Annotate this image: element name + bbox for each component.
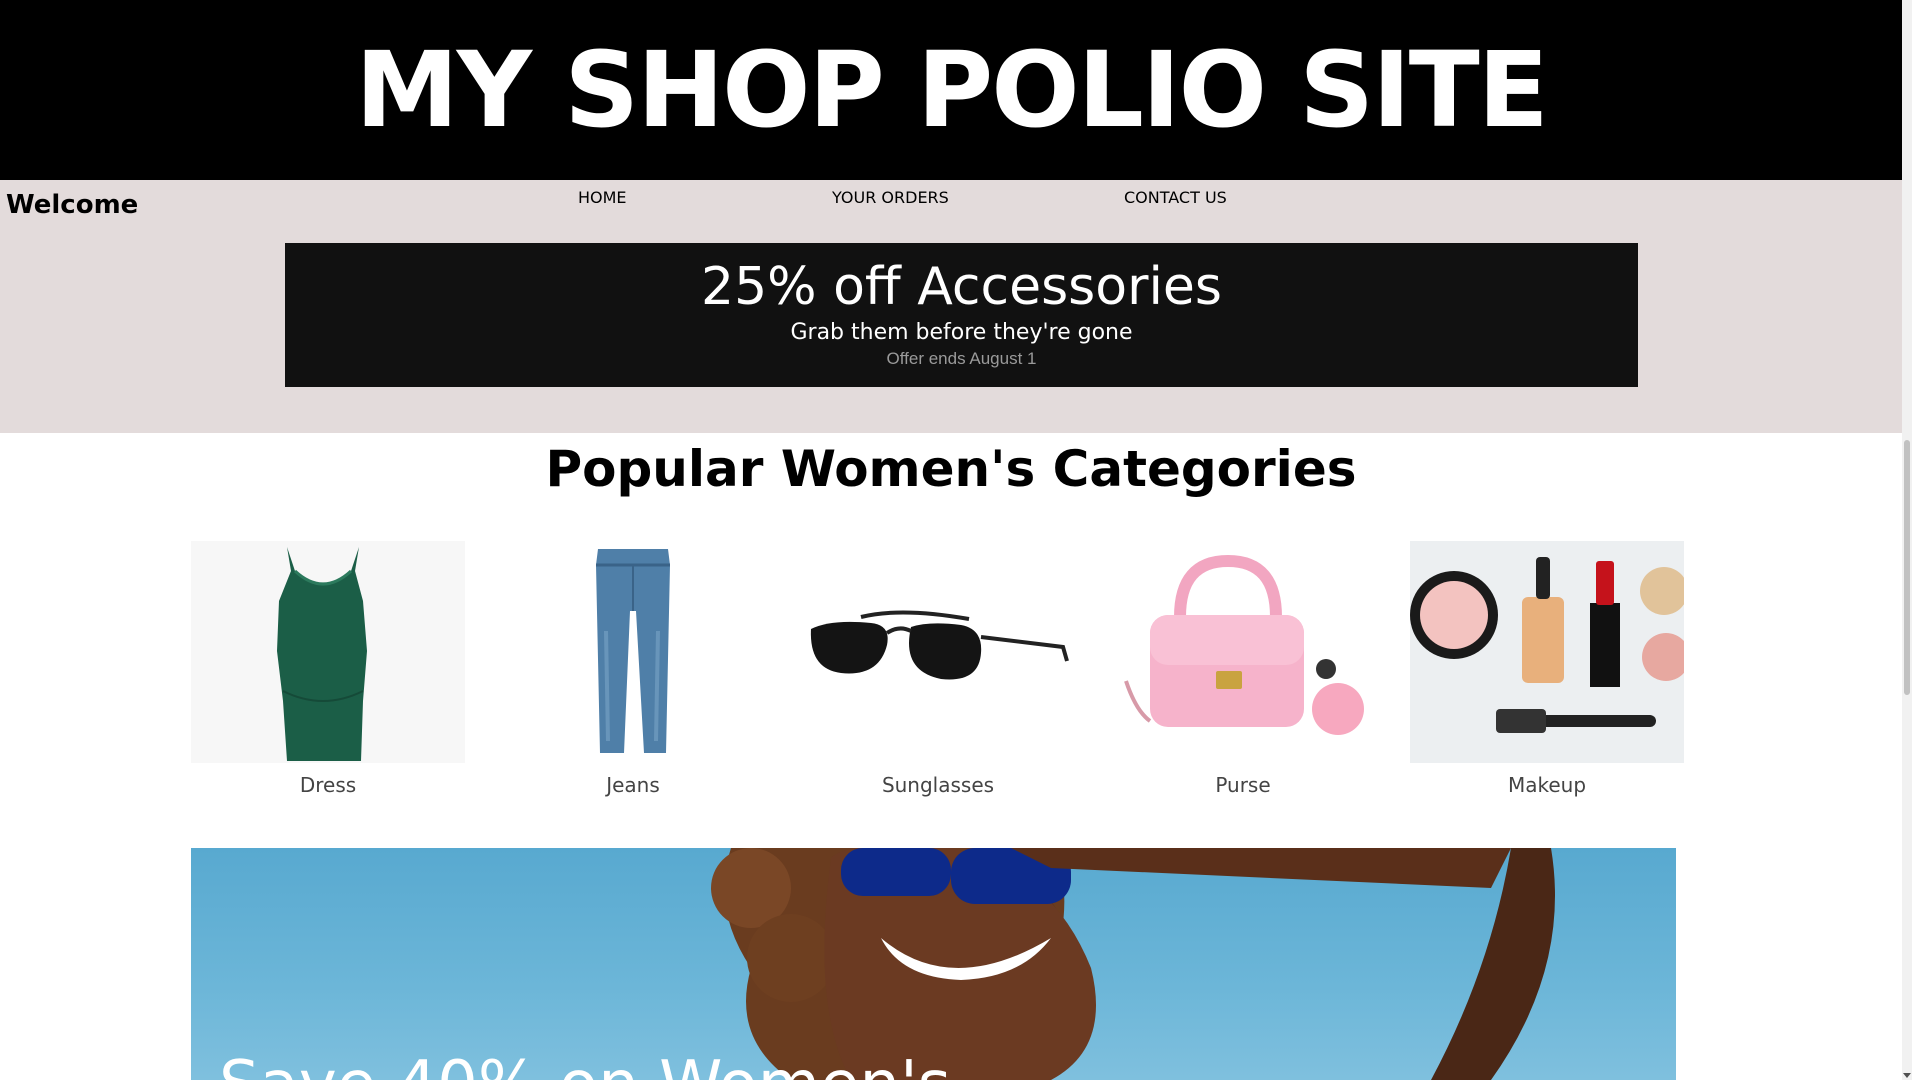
- category-label: Jeans: [606, 773, 660, 797]
- page: MY SHOP POLIO SITE Welcome HOME YOUR ORD…: [0, 0, 1912, 1080]
- promo-banner[interactable]: 25% off Accessories Grab them before the…: [285, 243, 1638, 387]
- category-label: Dress: [299, 773, 357, 797]
- scroll-down-arrow-icon[interactable]: [1903, 1073, 1911, 1078]
- category-makeup[interactable]: Makeup: [1410, 541, 1684, 797]
- category-label: Makeup: [1507, 773, 1587, 797]
- sunglasses-image: [801, 541, 1075, 763]
- promo-title: 25% off Accessories: [700, 257, 1222, 317]
- category-purse[interactable]: Purse: [1106, 541, 1380, 797]
- nav-contact-us-link[interactable]: CONTACT US: [1124, 188, 1227, 207]
- category-sunglasses[interactable]: Sunglasses: [801, 541, 1075, 797]
- category-label: Sunglasses: [881, 773, 995, 797]
- scrollbar[interactable]: [1902, 0, 1912, 1080]
- site-header: MY SHOP POLIO SITE: [0, 0, 1902, 180]
- categories-heading: Popular Women's Categories: [545, 440, 1357, 498]
- category-label: Purse: [1215, 773, 1271, 797]
- makeup-image: [1410, 541, 1684, 763]
- hero-text: Save 40% on Women's: [219, 1048, 951, 1080]
- purse-image: [1106, 541, 1380, 763]
- category-dress[interactable]: Dress: [191, 541, 465, 797]
- dress-image: [191, 541, 465, 763]
- nav-your-orders-link[interactable]: YOUR ORDERS: [832, 188, 949, 207]
- category-jeans[interactable]: Jeans: [496, 541, 770, 797]
- site-title: MY SHOP POLIO SITE: [355, 29, 1549, 151]
- promo-subtitle: Grab them before they're gone: [790, 320, 1133, 346]
- jeans-image: [496, 541, 770, 763]
- nav-home-link[interactable]: HOME: [578, 188, 627, 207]
- scrollbar-thumb[interactable]: [1904, 440, 1910, 695]
- promo-note: Offer ends August 1: [886, 348, 1037, 368]
- hero-banner[interactable]: Save 40% on Women's: [191, 848, 1676, 1080]
- hero-photo: [711, 848, 1555, 1080]
- welcome-text: Welcome: [6, 190, 139, 220]
- nav-band: Welcome HOME YOUR ORDERS CONTACT US 25% …: [0, 180, 1902, 433]
